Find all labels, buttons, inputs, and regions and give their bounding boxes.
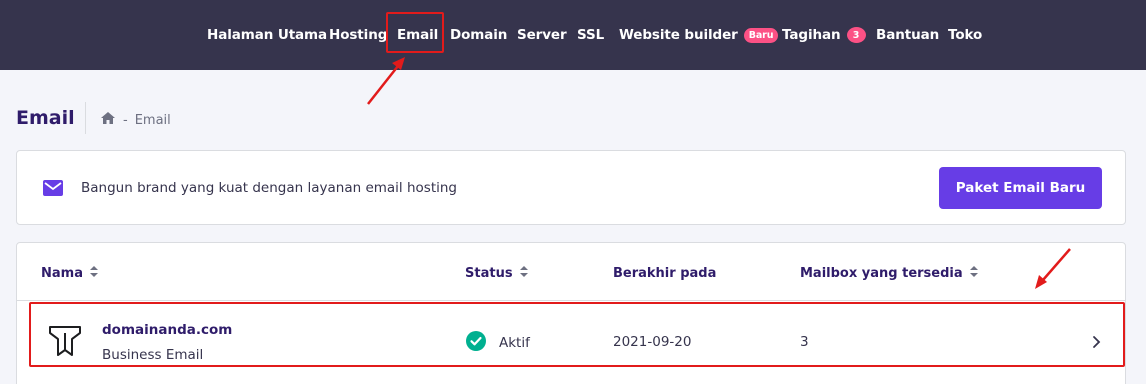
sort-icon	[89, 266, 98, 281]
check-circle-icon	[466, 331, 486, 355]
top-navigation-bar: Halaman Utama Hosting Email Domain Serve…	[0, 0, 1146, 70]
status-text: Aktif	[499, 335, 530, 351]
nav-item-hosting[interactable]: Hosting	[329, 25, 387, 45]
nav-item-label: Toko	[948, 27, 983, 43]
row-plan-name: Business Email	[102, 347, 204, 363]
nav-item-label: Server	[517, 27, 567, 43]
title-divider	[85, 102, 86, 134]
nav-item-label: Halaman Utama	[207, 27, 328, 43]
row-status: Aktif	[466, 331, 530, 355]
column-header-status[interactable]: Status	[465, 266, 528, 281]
nav-item-bantuan[interactable]: Bantuan	[876, 25, 939, 45]
breadcrumb: - Email	[100, 111, 171, 129]
home-icon[interactable]	[100, 111, 116, 129]
sort-icon	[519, 266, 528, 281]
nav-item-label: Website builder	[619, 27, 738, 43]
nav-item-email[interactable]: Email	[397, 25, 438, 45]
header-divider	[17, 300, 1125, 301]
nav-item-server[interactable]: Server	[517, 25, 567, 45]
sort-icon	[969, 266, 978, 281]
banner-text: Bangun brand yang kuat dengan layanan em…	[81, 180, 457, 196]
new-badge: Baru	[743, 27, 779, 43]
nav-item-label: Hosting	[329, 27, 388, 43]
column-header-label: Status	[465, 266, 513, 281]
column-header-label: Nama	[41, 266, 83, 281]
column-header-mailboxes[interactable]: Mailbox yang tersedia	[800, 266, 978, 281]
nav-item-label: Email	[397, 27, 439, 43]
nav-item-toko[interactable]: Toko	[948, 25, 982, 45]
row-expiry-date: 2021-09-20	[613, 334, 692, 350]
nav-item-label: Domain	[450, 27, 508, 43]
new-email-plan-button[interactable]: Paket Email Baru	[939, 167, 1102, 209]
nav-item-halaman-utama[interactable]: Halaman Utama	[207, 25, 327, 45]
chevron-right-icon[interactable]	[1091, 334, 1101, 353]
breadcrumb-separator: -	[123, 112, 128, 128]
row-mailbox-count: 3	[800, 334, 809, 350]
row-domain-name[interactable]: domainanda.com	[102, 322, 232, 338]
column-header-name[interactable]: Nama	[41, 266, 98, 281]
email-accounts-table: Nama Status Berakhir pada Mailbox yang t…	[16, 242, 1126, 384]
column-header-label: Berakhir pada	[613, 266, 717, 281]
nav-item-label: Tagihan	[782, 27, 841, 43]
nav-item-label: Bantuan	[876, 27, 940, 43]
nav-item-domain[interactable]: Domain	[450, 25, 507, 45]
mail-icon	[43, 180, 63, 200]
nav-item-label: SSL	[577, 27, 605, 43]
column-header-label: Mailbox yang tersedia	[800, 266, 963, 281]
page-title: Email	[16, 107, 75, 129]
nav-item-website-builder[interactable]: Website builder Baru	[619, 25, 779, 45]
breadcrumb-current: Email	[134, 112, 171, 128]
nav-item-tagihan[interactable]: Tagihan 3	[782, 25, 866, 45]
column-header-expiry: Berakhir pada	[613, 266, 716, 281]
email-promo-banner: Bangun brand yang kuat dengan layanan em…	[16, 150, 1126, 225]
nav-item-ssl[interactable]: SSL	[577, 25, 604, 45]
count-badge: 3	[846, 27, 866, 43]
titan-email-logo-icon	[48, 324, 82, 362]
